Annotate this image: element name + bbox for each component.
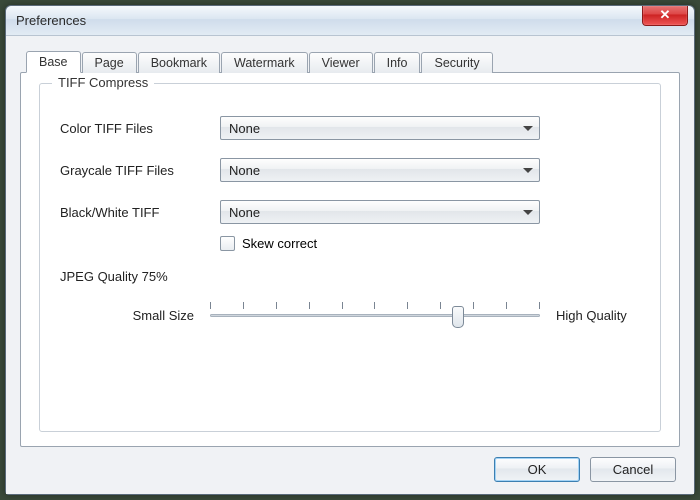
row-skew-correct: Skew correct xyxy=(220,236,640,251)
client-area: Base Page Bookmark Watermark Viewer Info… xyxy=(6,36,694,494)
preferences-window: Preferences ✕ Base Page Bookmark Waterma… xyxy=(5,5,695,495)
group-legend: TIFF Compress xyxy=(52,75,154,90)
tab-bookmark[interactable]: Bookmark xyxy=(138,52,220,73)
combo-gray-tiff[interactable]: None xyxy=(220,158,540,182)
label-color-tiff: Color TIFF Files xyxy=(60,121,220,136)
combo-bw-tiff[interactable]: None xyxy=(220,200,540,224)
window-title: Preferences xyxy=(16,13,86,28)
row-color-tiff: Color TIFF Files None xyxy=(60,116,640,140)
label-small-size: Small Size xyxy=(60,308,210,323)
slider-ticks xyxy=(210,302,540,309)
tab-base[interactable]: Base xyxy=(26,51,81,73)
row-jpeg-slider: Small Size High Quality xyxy=(60,300,640,330)
slider-track xyxy=(210,314,540,317)
tiff-compress-group: TIFF Compress Color TIFF Files None Gray… xyxy=(39,83,661,432)
combo-color-tiff[interactable]: None xyxy=(220,116,540,140)
tab-info[interactable]: Info xyxy=(374,52,421,73)
row-bw-tiff: Black/White TIFF None xyxy=(60,200,640,224)
chevron-down-icon xyxy=(523,168,533,173)
tabpanel-base: TIFF Compress Color TIFF Files None Gray… xyxy=(20,72,680,447)
combo-gray-tiff-value: None xyxy=(229,163,260,178)
combo-bw-tiff-value: None xyxy=(229,205,260,220)
close-icon: ✕ xyxy=(660,7,671,22)
chevron-down-icon xyxy=(523,126,533,131)
ok-button[interactable]: OK xyxy=(494,457,580,482)
chevron-down-icon xyxy=(523,210,533,215)
slider-thumb[interactable] xyxy=(452,306,464,328)
titlebar: Preferences ✕ xyxy=(6,6,694,36)
label-bw-tiff: Black/White TIFF xyxy=(60,205,220,220)
slider-jpeg-quality[interactable] xyxy=(210,300,540,330)
tab-security[interactable]: Security xyxy=(421,52,492,73)
label-skew-correct: Skew correct xyxy=(242,236,317,251)
label-jpeg-quality: JPEG Quality 75% xyxy=(60,269,640,284)
tab-page[interactable]: Page xyxy=(82,52,137,73)
tab-watermark[interactable]: Watermark xyxy=(221,52,308,73)
cancel-button[interactable]: Cancel xyxy=(590,457,676,482)
row-gray-tiff: Graycale TIFF Files None xyxy=(60,158,640,182)
label-high-quality: High Quality xyxy=(540,308,640,323)
tab-viewer[interactable]: Viewer xyxy=(309,52,373,73)
dialog-buttons: OK Cancel xyxy=(20,447,680,486)
checkbox-skew-correct[interactable] xyxy=(220,236,235,251)
close-button[interactable]: ✕ xyxy=(642,6,688,26)
combo-color-tiff-value: None xyxy=(229,121,260,136)
tabstrip: Base Page Bookmark Watermark Viewer Info… xyxy=(26,48,680,72)
label-gray-tiff: Graycale TIFF Files xyxy=(60,163,220,178)
